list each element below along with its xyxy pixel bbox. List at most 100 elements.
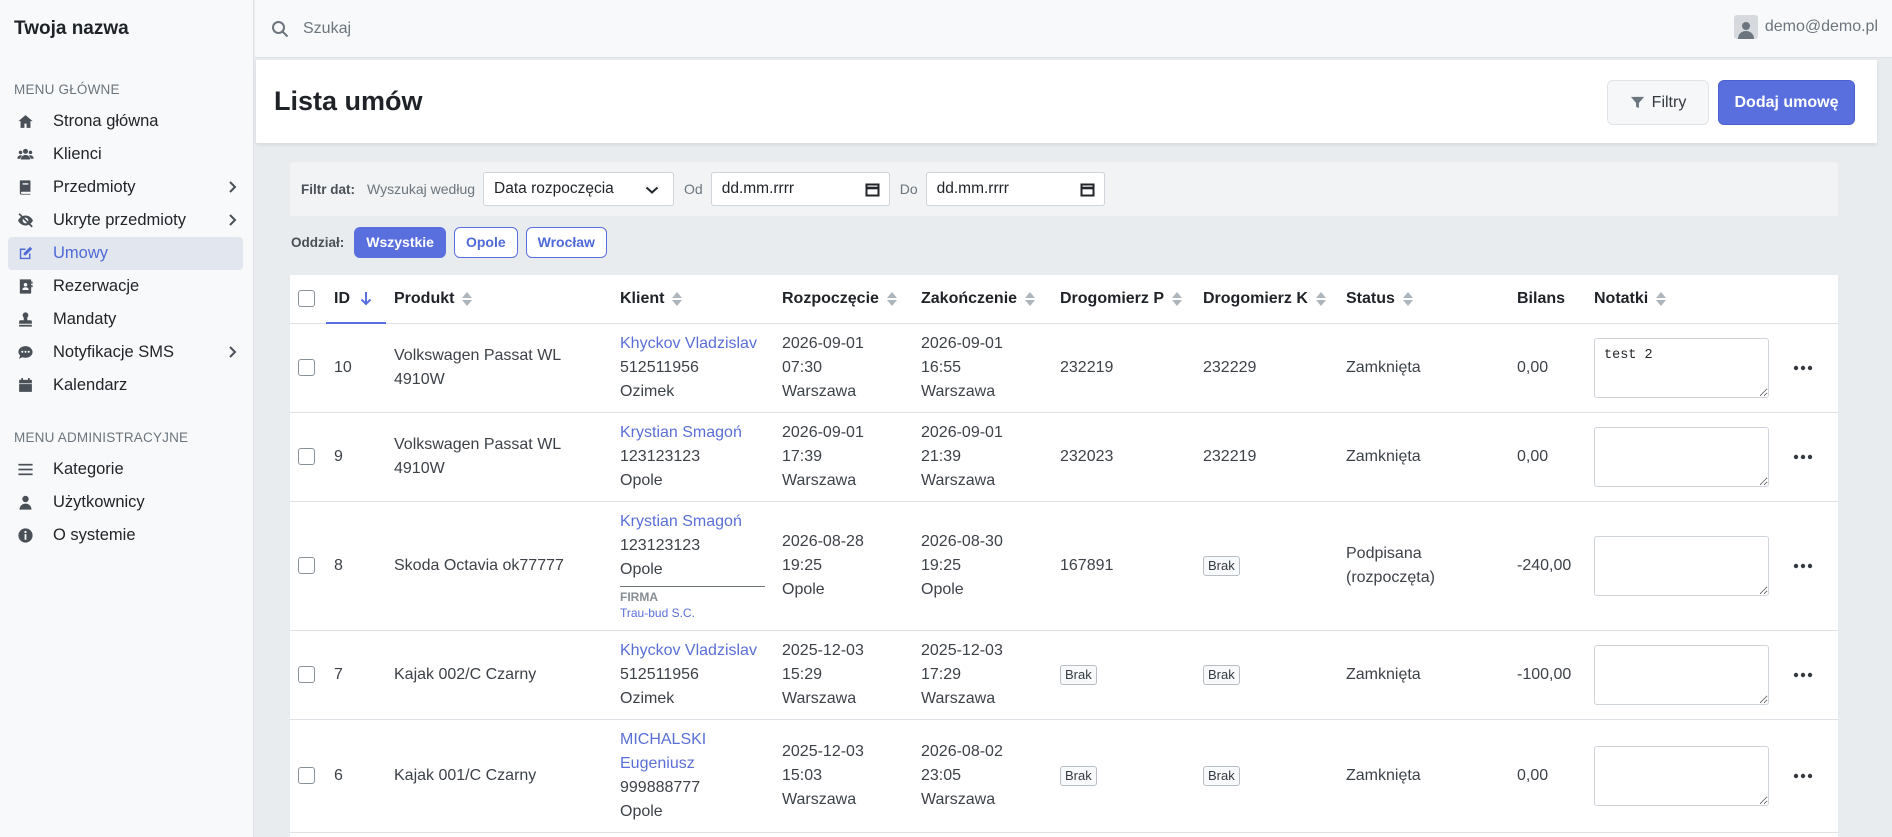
select-all-checkbox[interactable] xyxy=(298,290,315,308)
column-notes[interactable]: Notatki xyxy=(1586,275,1781,324)
sidebar-item-label: Kalendarz xyxy=(53,376,128,394)
row-checkbox[interactable] xyxy=(298,665,315,683)
filters-button[interactable]: Filtry xyxy=(1607,80,1709,125)
row-odometer-start: Brak xyxy=(1052,630,1195,720)
row-actions-icon[interactable] xyxy=(1789,356,1817,380)
table-row: 7 Kajak 002/C Czarny Khyckov Vladzislav … xyxy=(290,630,1838,720)
row-checkbox[interactable] xyxy=(298,766,315,784)
search-by-select[interactable]: Data rozpoczęcia xyxy=(483,172,675,206)
column-status[interactable]: Status xyxy=(1338,275,1509,324)
sidebar-item-calendar[interactable]: Kalendarz xyxy=(8,369,243,402)
eye-slash-icon xyxy=(15,212,35,230)
row-checkbox[interactable] xyxy=(298,358,315,376)
end-date: 2026-09-01 xyxy=(921,423,1003,441)
row-end: 2026-09-01 21:39 Warszawa xyxy=(913,412,1052,502)
date-to-input[interactable]: dd.mm.rrrr xyxy=(925,172,1105,206)
sidebar-item-users[interactable]: Użytkownicy xyxy=(8,486,243,519)
row-odometer-end: 232229 xyxy=(1195,323,1338,413)
page-header: Lista umów Filtry Dodaj umowę xyxy=(256,60,1877,143)
column-label: Drogomierz K xyxy=(1203,289,1308,307)
row-start: 2026-08-28 19:25 Opole xyxy=(774,501,913,631)
end-place: Warszawa xyxy=(921,471,996,489)
row-actions-icon[interactable] xyxy=(1789,764,1817,788)
column-start[interactable]: Rozpoczęcie xyxy=(774,275,913,324)
column-id[interactable]: ID xyxy=(326,275,386,324)
search-by-value: Data rozpoczęcia xyxy=(494,180,614,197)
row-start: 2026-09-01 07:30 Warszawa xyxy=(774,323,913,413)
branch-wroclaw-button[interactable]: Wrocław xyxy=(525,226,607,258)
notes-textarea[interactable]: test 2 xyxy=(1594,337,1769,398)
sort-icon xyxy=(1402,291,1413,306)
company-name[interactable]: Trau-bud S.C. xyxy=(620,605,765,621)
column-label: Bilans xyxy=(1517,289,1566,307)
column-client[interactable]: Klient xyxy=(612,275,774,324)
sidebar-item-categories[interactable]: Kategorie xyxy=(8,453,243,486)
sidebar-item-hidden-items[interactable]: Ukryte przedmioty xyxy=(8,204,243,237)
client-city: Opole xyxy=(620,561,663,578)
row-actions-icon[interactable] xyxy=(1789,554,1817,578)
sidebar-item-clients[interactable]: Klienci xyxy=(8,138,243,171)
row-odometer-start: 167891 xyxy=(1052,501,1195,631)
sidebar-item-contracts[interactable]: Umowy xyxy=(8,237,243,270)
date-filter-bar: Filtr dat: Wyszukaj według Data rozpoczę… xyxy=(290,162,1838,216)
client-link[interactable]: Khyckov Vladzislav xyxy=(620,335,757,352)
client-city: Ozimek xyxy=(620,689,675,707)
search-input[interactable] xyxy=(303,19,703,38)
user-icon xyxy=(15,494,35,512)
sidebar-item-sms-notifications[interactable]: Notyfikacje SMS xyxy=(8,336,243,369)
sort-icon xyxy=(1172,291,1183,306)
row-notes-cell xyxy=(1586,412,1781,502)
column-end[interactable]: Zakończenie xyxy=(913,275,1052,324)
notes-textarea[interactable] xyxy=(1594,426,1769,487)
start-time: 19:25 xyxy=(782,556,823,574)
notes-textarea[interactable] xyxy=(1594,745,1769,806)
column-product[interactable]: Produkt xyxy=(386,275,612,324)
column-odometer-start[interactable]: Drogomierz P xyxy=(1052,275,1195,324)
row-end: 2026-08-02 23:05 Warszawa xyxy=(913,719,1052,833)
row-checkbox[interactable] xyxy=(298,556,315,574)
client-phone: 512511956 xyxy=(620,358,699,376)
row-id: 7 xyxy=(326,630,386,720)
missing-badge: Brak xyxy=(1203,664,1240,685)
start-place: Warszawa xyxy=(782,471,857,489)
branch-all-button[interactable]: Wszystkie xyxy=(354,226,446,258)
calendar-icon[interactable] xyxy=(865,182,880,197)
row-status: Zamknięta xyxy=(1338,719,1509,833)
comment-dots-icon xyxy=(15,344,35,362)
calendar-icon[interactable] xyxy=(1080,182,1095,197)
client-link[interactable]: Krystian Smagoń xyxy=(620,513,742,530)
date-from-input[interactable]: dd.mm.rrrr xyxy=(710,172,890,206)
missing-badge: Brak xyxy=(1203,765,1240,786)
table-row: 9 Volkswagen Passat WL 4910W Krystian Sm… xyxy=(290,412,1838,502)
sidebar-item-label: O systemie xyxy=(53,526,136,544)
end-time: 19:25 xyxy=(921,556,962,574)
sort-icon xyxy=(1315,291,1326,306)
sidebar-item-reservations[interactable]: Rezerwacje xyxy=(8,270,243,303)
start-time: 07:30 xyxy=(782,358,823,376)
row-product: Kajak 001/C Czarny xyxy=(386,719,612,833)
end-place: Warszawa xyxy=(921,689,996,707)
row-id: 9 xyxy=(326,412,386,502)
row-actions-icon[interactable] xyxy=(1789,663,1817,687)
book-icon xyxy=(15,179,35,197)
sidebar-item-fines[interactable]: Mandaty xyxy=(8,303,243,336)
client-link[interactable]: MICHALSKI Eugeniusz xyxy=(620,731,706,772)
sidebar-item-about[interactable]: O systemie xyxy=(8,519,243,552)
user-menu[interactable]: demo@demo.pl xyxy=(1733,15,1878,39)
row-actions-icon[interactable] xyxy=(1789,445,1817,469)
column-label: Notatki xyxy=(1594,289,1649,307)
client-link[interactable]: Khyckov Vladzislav xyxy=(620,642,757,659)
column-odometer-end[interactable]: Drogomierz K xyxy=(1195,275,1338,324)
row-checkbox[interactable] xyxy=(298,447,315,465)
sidebar-item-items[interactable]: Przedmioty xyxy=(8,171,243,204)
sidebar-item-home[interactable]: Strona główna xyxy=(8,105,243,138)
notes-textarea[interactable] xyxy=(1594,644,1769,705)
add-contract-button[interactable]: Dodaj umowę xyxy=(1718,80,1855,125)
end-time: 21:39 xyxy=(921,447,962,465)
row-end: 2026-08-30 19:25 Opole xyxy=(913,501,1052,631)
end-date: 2026-08-02 xyxy=(921,742,1003,760)
notes-textarea[interactable] xyxy=(1594,535,1769,596)
branch-opole-button[interactable]: Opole xyxy=(453,226,518,258)
client-link[interactable]: Krystian Smagoń xyxy=(620,424,742,441)
brand-name[interactable]: Twoja nazwa xyxy=(0,0,253,58)
